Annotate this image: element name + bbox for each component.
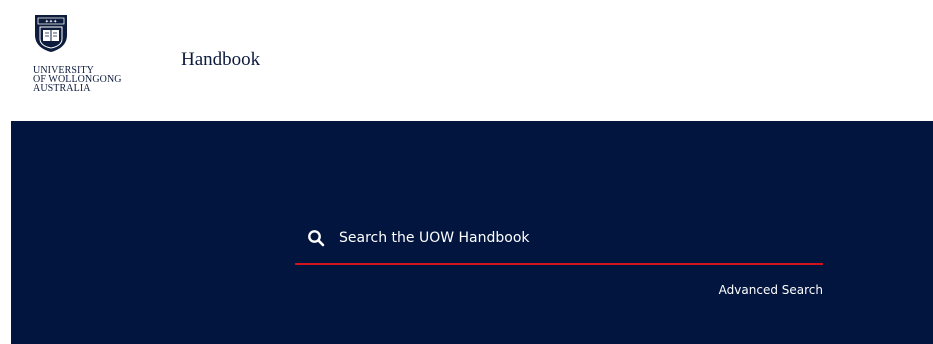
handbook-title-link[interactable]: Handbook [181, 49, 260, 71]
search-input[interactable] [339, 225, 809, 251]
search-bar [295, 219, 823, 265]
site-header: ✦✦✦ UNIVERSITY OF WOLLONGONG AUSTRALIA H… [0, 0, 933, 121]
search-hero: Advanced Search [11, 121, 933, 344]
uow-logo-link[interactable]: ✦✦✦ UNIVERSITY OF WOLLONGONG AUSTRALIA [33, 13, 153, 117]
uow-crest-icon: ✦✦✦ [35, 15, 67, 52]
uow-wordmark: UNIVERSITY OF WOLLONGONG AUSTRALIA [33, 66, 122, 94]
svg-text:✦✦✦: ✦✦✦ [45, 19, 58, 25]
search-icon[interactable] [307, 229, 325, 247]
advanced-search-link[interactable]: Advanced Search [719, 283, 823, 297]
page: ✦✦✦ UNIVERSITY OF WOLLONGONG AUSTRALIA H… [0, 0, 933, 344]
logo-line-3: AUSTRALIA [33, 83, 91, 94]
